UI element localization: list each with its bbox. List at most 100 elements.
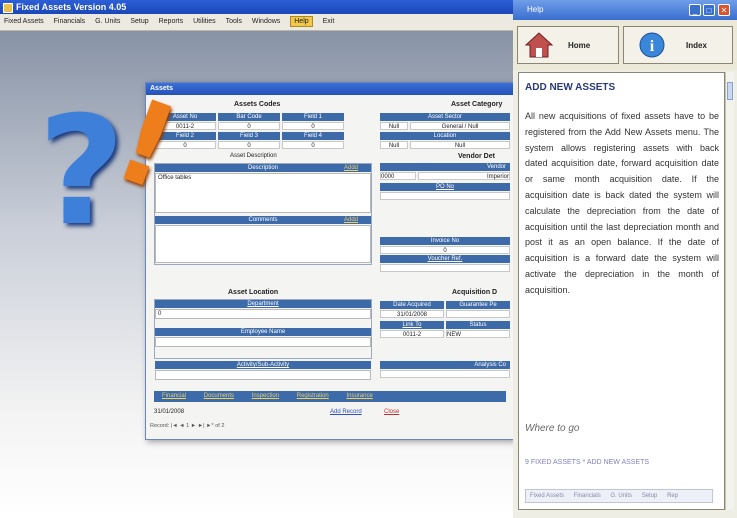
location-name[interactable]: Null	[410, 141, 510, 149]
date-acquired-field[interactable]: 31/01/2008	[380, 310, 444, 318]
scrollbar-thumb[interactable]	[727, 82, 733, 100]
asset-sector-header: Asset Sector	[380, 113, 510, 121]
tab-registration[interactable]: Registration	[297, 393, 329, 399]
close-window-button[interactable]: ✕	[718, 4, 730, 16]
location-header: Location	[380, 132, 510, 140]
mini-tab-fixed-assets: Fixed Assets	[530, 493, 565, 499]
field4-field[interactable]: 0	[282, 141, 344, 149]
comments-add-link[interactable]: Addd	[344, 217, 358, 223]
maximize-button[interactable]: □	[703, 4, 715, 16]
tab-financial[interactable]: Financial	[162, 393, 186, 399]
asset-category-title: Asset Category	[451, 101, 503, 108]
mini-tab-g-units: G. Units	[610, 493, 633, 499]
menu-windows[interactable]: Windows	[252, 18, 280, 25]
where-to-go-label: Where to go	[525, 423, 580, 434]
app-title-bar: Fixed Assets Version 4.05	[0, 0, 513, 14]
link-to-label[interactable]: Link To	[403, 322, 422, 328]
po-no-field[interactable]	[380, 192, 510, 200]
record-tabs: Financial Documents Inspection Registrat…	[154, 391, 506, 402]
tab-insurance[interactable]: Insurance	[346, 393, 372, 399]
help-title-bar: Help _ □ ✕	[513, 0, 737, 20]
help-scrollbar[interactable]	[725, 72, 734, 510]
svg-text:i: i	[650, 38, 655, 55]
help-mini-menu: Fixed Assets Financials G. Units Setup R…	[525, 489, 713, 503]
asset-codes-title: Assets Codes	[234, 101, 281, 108]
department-field[interactable]: 0	[155, 309, 371, 319]
comments-field[interactable]	[155, 225, 371, 263]
minimize-button[interactable]: _	[689, 4, 701, 16]
menu-bar: Fixed Assets Financials G. Units Setup R…	[0, 14, 513, 31]
activity-label[interactable]: Activity/Sub-Activity	[237, 362, 289, 368]
help-body-text: All new acquisitions of fixed assets hav…	[525, 111, 719, 295]
activity-header: Activity/Sub-Activity	[155, 361, 371, 369]
tab-inspection[interactable]: Inspection	[252, 393, 279, 399]
invoice-no-header: Invoice No	[380, 237, 510, 245]
po-no-label[interactable]: PO No	[436, 184, 454, 190]
fixed-assets-app: Fixed Assets Version 4.05 Fixed Assets F…	[0, 0, 515, 518]
department-header: Department	[155, 300, 371, 308]
help-title: Help	[527, 5, 544, 14]
field4-header: Field 4	[282, 132, 344, 140]
close-button[interactable]: Close	[384, 409, 399, 415]
assets-window-title: Assets	[146, 83, 514, 95]
index-label: Index	[686, 41, 707, 50]
vendor-details-title: Vendor Det	[458, 153, 495, 160]
field3-header: Field 3	[218, 132, 280, 140]
location-code[interactable]: Null	[380, 141, 408, 149]
voucher-ref-field[interactable]	[380, 264, 510, 272]
footer-date: 31/01/2008	[154, 409, 185, 415]
link-to-field[interactable]: 0011-2	[380, 330, 444, 338]
po-no-header: PO No	[380, 183, 510, 191]
description-add-link[interactable]: Addd	[344, 165, 358, 171]
vendor-name-field[interactable]: Imperior	[418, 172, 510, 180]
asset-sector-code[interactable]: Null	[380, 122, 408, 130]
menu-reports[interactable]: Reports	[159, 18, 184, 25]
voucher-ref-label[interactable]: Voucher Ref.	[428, 256, 463, 262]
menu-exit[interactable]: Exit	[323, 18, 335, 25]
description-field[interactable]: Office tables	[155, 173, 371, 213]
asset-description-label: Asset Description	[230, 153, 277, 159]
field3-field[interactable]: 0	[218, 141, 280, 149]
vendor-code-field[interactable]: 0000	[380, 172, 416, 180]
bar-code-field[interactable]: 0	[218, 122, 280, 130]
record-navigator[interactable]: Record: |◄ ◄ 1 ► ►| ►* of 2	[150, 423, 224, 429]
analysis-code-header: Analysis Co	[380, 361, 510, 369]
guarantee-period-header: Guarantee Pe	[446, 301, 510, 309]
voucher-ref-header: Voucher Ref.	[380, 255, 510, 263]
app-title: Fixed Assets Version 4.05	[16, 2, 127, 12]
help-toolbar: Home i Index	[513, 20, 737, 70]
index-button[interactable]: i Index	[623, 26, 733, 64]
tab-documents[interactable]: Documents	[204, 393, 234, 399]
comments-header: Comments	[155, 216, 371, 224]
description-header: Description	[155, 164, 371, 172]
mini-tab-financials: Financials	[573, 493, 601, 499]
invoice-no-field[interactable]: 0	[380, 246, 510, 254]
app-icon	[3, 3, 13, 13]
home-button[interactable]: Home	[517, 26, 619, 64]
help-window: Help _ □ ✕ Home i Index ADD NEW ASSETS A…	[513, 0, 737, 518]
status-field[interactable]: NEW	[446, 330, 510, 338]
department-label[interactable]: Department	[247, 301, 278, 307]
guarantee-period-field[interactable]	[446, 310, 510, 318]
menu-setup[interactable]: Setup	[130, 18, 148, 25]
menu-help[interactable]: Help	[290, 16, 313, 27]
date-acquired-header: Date Acquired	[380, 301, 444, 309]
activity-field[interactable]	[155, 370, 371, 380]
asset-sector-name[interactable]: General / Null	[410, 122, 510, 130]
menu-g-units[interactable]: G. Units	[95, 18, 120, 25]
menu-fixed-assets[interactable]: Fixed Assets	[4, 18, 44, 25]
employee-name-field[interactable]	[155, 337, 371, 347]
home-label: Home	[568, 41, 591, 50]
acquisition-details-title: Acquisition D	[452, 289, 498, 296]
employee-name-header: Employee Name	[155, 328, 371, 336]
menu-tools[interactable]: Tools	[226, 18, 242, 25]
field1-field[interactable]: 0	[282, 122, 344, 130]
status-header: Status	[446, 321, 510, 329]
menu-financials[interactable]: Financials	[54, 18, 86, 25]
menu-utilities[interactable]: Utilities	[193, 18, 216, 25]
vendor-header: Vendor	[380, 163, 510, 171]
help-path[interactable]: 9 FIXED ASSETS * ADD NEW ASSETS	[525, 459, 649, 466]
add-record-button[interactable]: Add Record	[330, 409, 362, 415]
analysis-code-field[interactable]	[380, 370, 510, 378]
mini-tab-rep: Rep	[667, 493, 679, 499]
